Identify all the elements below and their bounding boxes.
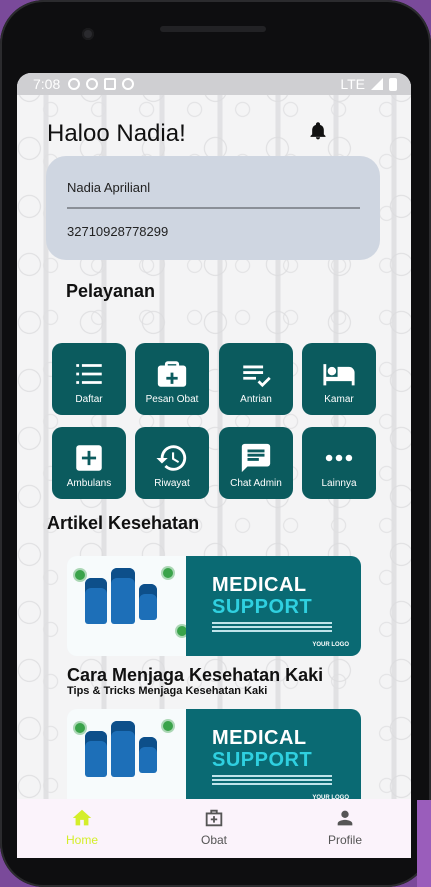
greeting-title: Haloo Nadia! [47,120,186,147]
service-tile-kamar[interactable]: Kamar [302,343,376,415]
earpiece-speaker [160,26,266,32]
banner-illustration [67,709,202,809]
banner-title-line1: MEDICAL [212,574,307,596]
service-label: Riwayat [154,478,190,489]
home-icon [72,809,92,826]
signal-icon [371,78,383,90]
service-label: Daftar [75,394,103,405]
nav-obat[interactable]: Obat [174,807,254,847]
bed-icon [323,364,355,386]
article-title[interactable]: Cara Menjaga Kesehatan Kaki [67,665,323,686]
background-edge [417,800,431,887]
status-bar: 7:08 LTE [17,73,411,95]
service-tile-daftar[interactable]: Daftar [52,343,126,415]
history-icon [156,445,187,471]
info-icon [68,78,81,90]
vial-image [111,721,135,777]
banner-body-text [212,775,332,787]
card-divider [67,207,360,209]
sync-icon [122,78,135,90]
service-label: Lainnya [321,478,357,489]
front-camera [82,28,94,40]
app-screen: 7:08 LTE Haloo Nadia! Nadia Aprilianl 32… [17,73,411,858]
banner-title-line1: MEDICAL [212,727,307,749]
banner-title-line2: SUPPORT [212,596,313,618]
banner-title-line2: SUPPORT [212,749,313,771]
article-banner[interactable]: MEDICAL SUPPORT YOUR LOGO [67,556,361,656]
banner-body-text [212,622,332,634]
service-tile-riwayat[interactable]: Riwayat [135,427,209,499]
vial-image [85,731,107,777]
network-label: LTE [340,76,365,92]
sd-card-icon [104,78,117,90]
shield-icon [86,78,99,90]
nav-label: Home [65,833,98,847]
user-id-number: 32710928778299 [67,224,169,239]
virus-icon [75,570,85,580]
plus-box-icon [76,445,102,471]
article-subtitle: Tips & Tricks Menjaga Kesehatan Kaki [67,685,268,697]
nav-label: Obat [200,833,227,847]
more-icon [325,454,353,462]
service-tile-lainnya[interactable]: Lainnya [302,427,376,499]
medical-kit-icon [157,361,187,387]
phone-bezel: 7:08 LTE Haloo Nadia! Nadia Aprilianl 32… [0,0,431,887]
service-tile-antrian[interactable]: Antrian [219,343,293,415]
medicine-box-icon [205,809,223,827]
user-name: Nadia Aprilianl [67,180,151,195]
vial-image [111,568,135,624]
nav-home[interactable]: Home [42,807,122,847]
services-grid: Daftar Pesan Obat Antrian Kamar Ambulans… [52,343,376,499]
virus-icon [163,568,173,578]
article-banner[interactable]: MEDICAL SUPPORT YOUR LOGO [67,709,361,809]
person-icon [337,810,353,826]
bottom-navigation: Home Obat Profile [17,799,411,858]
service-label: Ambulans [66,478,112,489]
service-tile-ambulans[interactable]: Ambulans [52,427,126,499]
service-label: Antrian [240,394,272,405]
service-label: Chat Admin [230,478,282,489]
vial-image [139,584,157,620]
vial-image [139,737,157,773]
queue-check-icon [243,365,271,388]
virus-icon [75,723,85,733]
chat-icon [241,443,271,473]
service-tile-pesan-obat[interactable]: Pesan Obat [135,343,209,415]
services-heading: Pelayanan [66,281,156,301]
bell-icon[interactable] [308,120,328,142]
service-label: Kamar [324,394,354,405]
vial-image [85,578,107,624]
profile-card: Nadia Aprilianl 32710928778299 [46,156,380,260]
banner-illustration [67,556,202,656]
virus-icon [163,721,173,731]
status-time: 7:08 [33,76,61,92]
articles-heading: Artikel Kesehatan [47,513,200,533]
battery-icon [389,77,397,91]
banner-logo: YOUR LOGO [312,642,349,648]
list-icon [76,364,102,384]
nav-label: Profile [327,833,362,847]
service-tile-chat-admin[interactable]: Chat Admin [219,427,293,499]
service-label: Pesan Obat [145,394,199,405]
nav-profile[interactable]: Profile [305,807,385,847]
